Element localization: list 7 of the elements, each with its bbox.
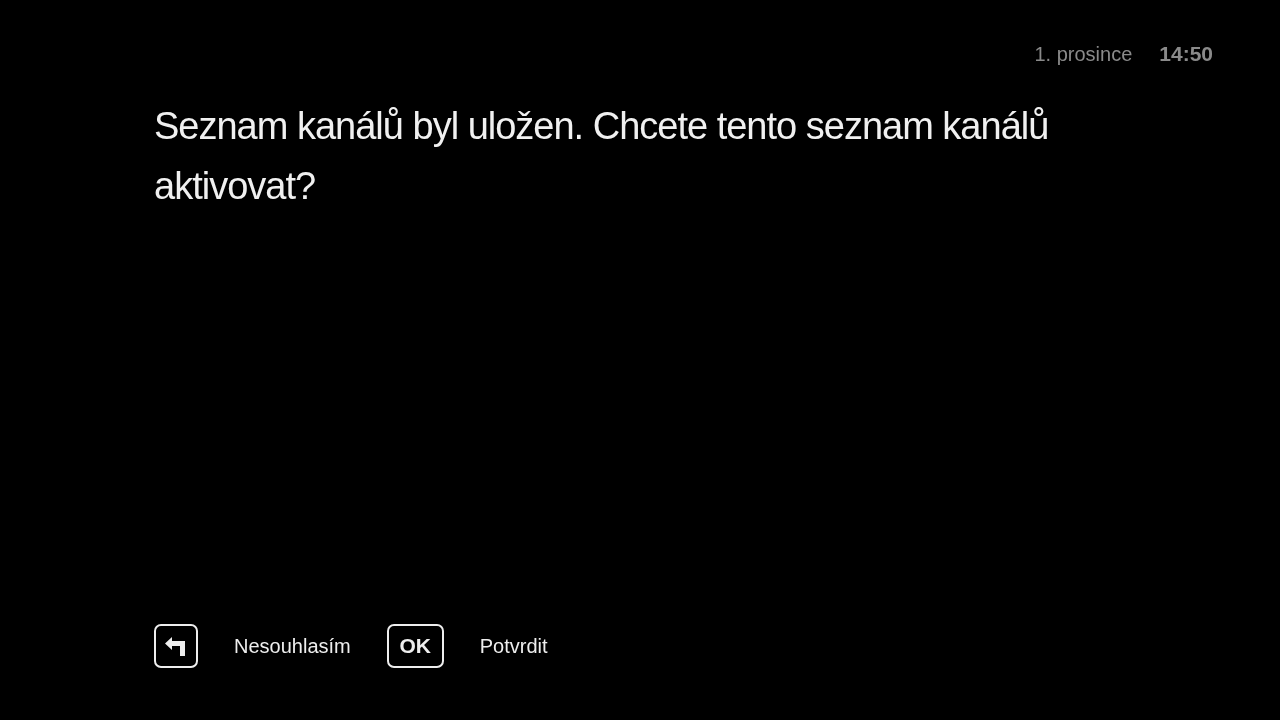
ok-key: OK (386, 624, 444, 668)
date-label: 1. prosince (1034, 43, 1133, 66)
hint-label: Potvrdit (479, 634, 548, 658)
clock-time: 14:50 (1159, 42, 1213, 66)
hint-label: Nesouhlasím (234, 634, 351, 658)
back-key-icon (154, 624, 198, 668)
dialog-message: Seznam kanálů byl uložen. Chcete tento seznam kanálů aktivovat? (154, 104, 1050, 209)
